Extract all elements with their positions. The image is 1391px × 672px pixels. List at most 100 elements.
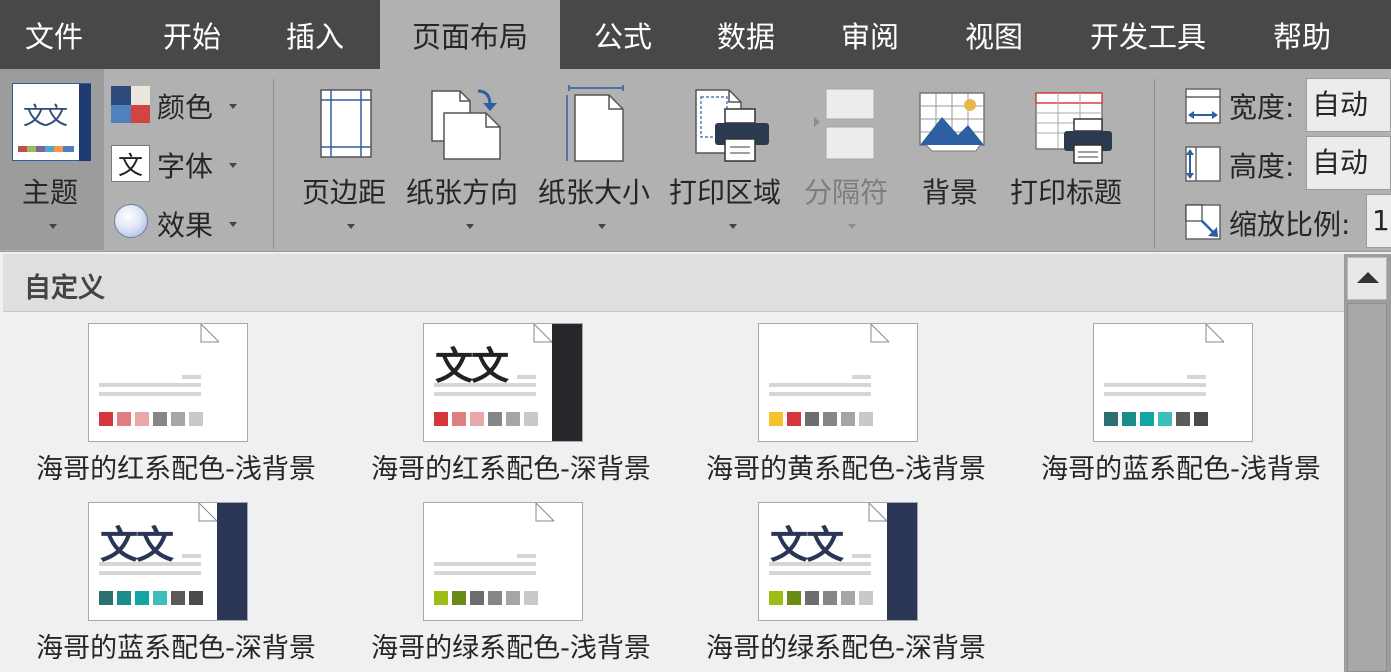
effects-dropdown-caret bbox=[229, 222, 237, 227]
color-swatch bbox=[488, 591, 502, 605]
print-area-button[interactable]: 打印区域 bbox=[667, 69, 795, 250]
theme-preview-thumbnail bbox=[1093, 323, 1253, 442]
color-swatch bbox=[823, 591, 837, 605]
theme-heading-glyph: 文文 bbox=[100, 523, 174, 567]
theme-preview-thumbnail: 文文 bbox=[423, 323, 583, 442]
color-swatch bbox=[859, 412, 873, 426]
theme-preview-thumbnail bbox=[758, 323, 918, 442]
tab-file[interactable]: 文件 bbox=[0, 0, 108, 69]
color-swatch bbox=[171, 412, 185, 426]
theme-option-label: 海哥的红系配色-浅背景 bbox=[36, 454, 316, 485]
breaks-icon bbox=[814, 88, 875, 160]
tab-help[interactable]: 帮助 bbox=[1242, 0, 1362, 69]
effects-button[interactable]: 效果 bbox=[108, 199, 248, 247]
theme-dropdown-caret bbox=[49, 224, 57, 229]
tab-data[interactable]: 数据 bbox=[686, 0, 806, 69]
color-swatch bbox=[524, 591, 538, 605]
colors-icon bbox=[111, 86, 150, 123]
width-select[interactable]: 自动 bbox=[1306, 78, 1391, 132]
color-swatch bbox=[841, 591, 855, 605]
theme-label: 主题 bbox=[22, 176, 79, 209]
theme-option-label: 海哥的黄系配色-浅背景 bbox=[706, 454, 986, 485]
theme-option[interactable]: 海哥的黄系配色-浅背景 bbox=[681, 323, 1011, 498]
margins-button[interactable]: 页边距 bbox=[298, 69, 398, 250]
gallery-scrollbar[interactable] bbox=[1344, 254, 1391, 672]
breaks-dropdown-caret bbox=[848, 224, 856, 229]
color-swatch bbox=[1140, 412, 1154, 426]
print-titles-label: 打印标题 bbox=[1010, 176, 1123, 209]
scroll-thumb[interactable] bbox=[1347, 303, 1387, 672]
color-swatch bbox=[434, 412, 448, 426]
theme-option-label: 海哥的绿系配色-浅背景 bbox=[371, 633, 651, 664]
fonts-icon-glyph: 文 bbox=[118, 151, 144, 180]
height-select[interactable]: 自动 bbox=[1306, 136, 1391, 190]
size-dropdown-caret bbox=[598, 224, 606, 229]
color-swatch bbox=[117, 412, 131, 426]
size-icon bbox=[566, 85, 624, 162]
theme-option[interactable]: 海哥的蓝系配色-浅背景 bbox=[1016, 323, 1346, 498]
fonts-dropdown-caret bbox=[229, 163, 237, 168]
color-swatch bbox=[189, 591, 203, 605]
color-swatch bbox=[189, 412, 203, 426]
color-swatch bbox=[841, 412, 855, 426]
orientation-dropdown-caret bbox=[466, 224, 474, 229]
theme-option[interactable]: 文文海哥的蓝系配色-深背景 bbox=[11, 502, 341, 672]
fonts-button[interactable]: 文 字体 bbox=[108, 140, 248, 188]
breaks-button: 分隔符 bbox=[800, 69, 896, 250]
scale-label: 缩放比例: bbox=[1229, 208, 1351, 241]
theme-option[interactable]: 海哥的红系配色-浅背景 bbox=[11, 323, 341, 498]
color-swatch bbox=[452, 591, 466, 605]
theme-option-label: 海哥的绿系配色-深背景 bbox=[706, 633, 986, 664]
tab-review[interactable]: 审阅 bbox=[810, 0, 930, 69]
theme-option[interactable]: 海哥的绿系配色-浅背景 bbox=[346, 502, 676, 672]
effects-label: 效果 bbox=[157, 209, 214, 242]
colors-dropdown-caret bbox=[229, 104, 237, 109]
theme-heading-glyph: 文文 bbox=[435, 344, 509, 388]
height-label: 高度: bbox=[1229, 150, 1295, 183]
tab-formulas[interactable]: 公式 bbox=[563, 0, 683, 69]
color-swatch bbox=[805, 412, 819, 426]
themes-button[interactable]: 文文 主题 bbox=[0, 69, 104, 250]
tab-insert[interactable]: 插入 bbox=[255, 0, 375, 69]
tab-page-layout[interactable]: 页面布局 bbox=[380, 0, 560, 69]
color-swatch bbox=[135, 412, 149, 426]
orientation-button[interactable]: 纸张方向 bbox=[404, 69, 528, 250]
print-area-icon bbox=[695, 89, 769, 162]
chevron-up-icon bbox=[1357, 272, 1379, 283]
theme-preview-thumbnail bbox=[423, 502, 583, 621]
size-button[interactable]: 纸张大小 bbox=[535, 69, 663, 250]
group-separator bbox=[273, 79, 274, 249]
print-area-label: 打印区域 bbox=[669, 176, 782, 209]
color-swatch bbox=[99, 591, 113, 605]
tab-developer[interactable]: 开发工具 bbox=[1060, 0, 1236, 69]
ribbon-page-layout: 文文 主题 颜色 文 字体 效果 页边距 纸张方向 纸张大小 打印区域 分隔符 … bbox=[0, 69, 1391, 252]
colors-button[interactable]: 颜色 bbox=[108, 81, 248, 129]
color-swatch bbox=[171, 591, 185, 605]
fonts-icon: 文 bbox=[111, 145, 150, 182]
scale-input[interactable]: 10 bbox=[1366, 194, 1391, 248]
print-area-dropdown-caret bbox=[729, 224, 737, 229]
print-titles-button[interactable]: 打印标题 bbox=[1008, 69, 1134, 250]
theme-option-label: 海哥的红系配色-深背景 bbox=[371, 454, 651, 485]
group-separator bbox=[1154, 79, 1155, 249]
scroll-up-button[interactable] bbox=[1347, 257, 1387, 300]
theme-option-label: 海哥的蓝系配色-深背景 bbox=[36, 633, 316, 664]
tab-view[interactable]: 视图 bbox=[934, 0, 1054, 69]
theme-icon: 文文 bbox=[12, 83, 91, 161]
color-swatch bbox=[1176, 412, 1190, 426]
theme-heading-glyph: 文文 bbox=[770, 523, 844, 567]
color-swatch bbox=[1158, 412, 1172, 426]
color-swatch bbox=[470, 412, 484, 426]
color-swatch bbox=[769, 412, 783, 426]
theme-option[interactable]: 文文海哥的绿系配色-深背景 bbox=[681, 502, 1011, 672]
color-swatch bbox=[153, 412, 167, 426]
theme-gallery: 自定义 海哥的红系配色-浅背景 文文 海哥的红系配色-深背景 海哥的黄系配色-浅背景海… bbox=[3, 254, 1344, 672]
theme-option[interactable]: 文文海哥的红系配色-深背景 bbox=[346, 323, 676, 498]
color-swatch bbox=[117, 591, 131, 605]
background-button[interactable]: 背景 bbox=[910, 69, 994, 250]
color-swatch bbox=[1122, 412, 1136, 426]
tab-home[interactable]: 开始 bbox=[132, 0, 252, 69]
color-swatch bbox=[524, 412, 538, 426]
margins-dropdown-caret bbox=[347, 224, 355, 229]
color-swatch bbox=[488, 412, 502, 426]
